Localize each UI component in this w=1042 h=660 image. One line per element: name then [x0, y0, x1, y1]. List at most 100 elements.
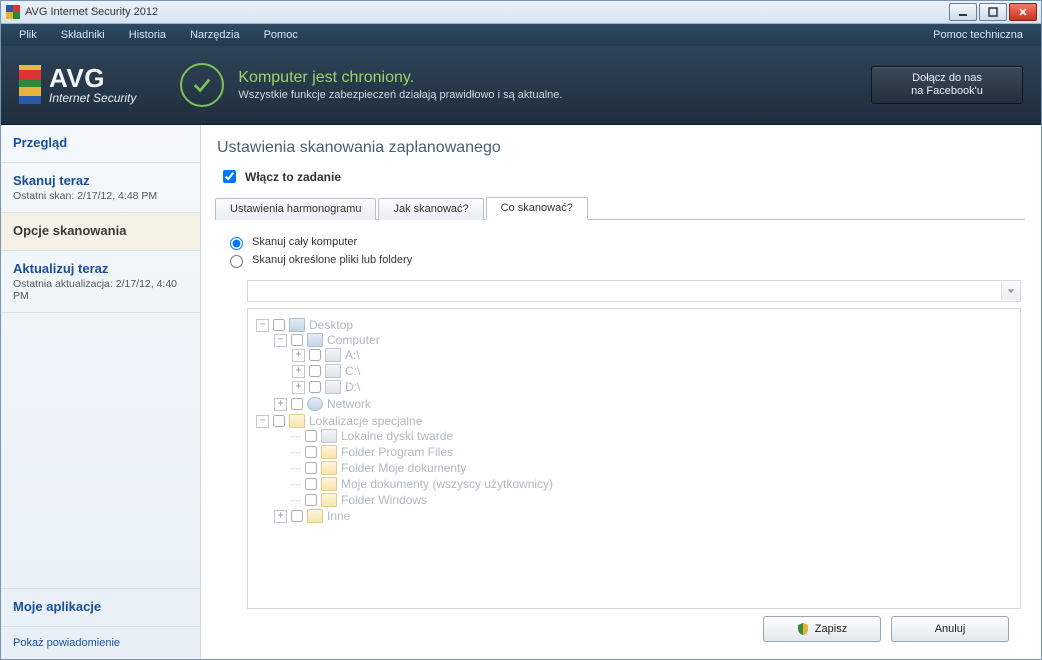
tree-node-network[interactable]: + Network — [274, 397, 1014, 411]
sidebar-item-my-apps[interactable]: Moje aplikacje — [1, 588, 200, 626]
menu-tech-support[interactable]: Pomoc techniczna — [921, 27, 1035, 43]
tab-how-to-scan[interactable]: Jak skanować? — [378, 198, 483, 220]
tree-check-my-docs[interactable] — [305, 462, 317, 474]
sidebar-show-notification[interactable]: Pokaż powiadomienie — [1, 626, 200, 659]
tree-label-drive-c: C:\ — [345, 364, 360, 378]
menubar: Plik Składniki Historia Narzędzia Pomoc … — [1, 24, 1041, 46]
tree-check-desktop[interactable] — [273, 319, 285, 331]
folder-icon — [289, 414, 305, 428]
tree-label-my-docs: Folder Moje dokumenty — [341, 461, 466, 475]
tree-node-special[interactable]: − Lokalizacje specjalne — [256, 414, 1014, 428]
tree-check-network[interactable] — [291, 398, 303, 410]
check-circle-icon — [180, 63, 224, 107]
drive-icon — [325, 348, 341, 362]
tree-check-drive-d[interactable] — [309, 381, 321, 393]
menu-help[interactable]: Pomoc — [252, 27, 310, 43]
cancel-button-label: Anuluj — [935, 623, 966, 635]
enable-task-checkbox[interactable] — [223, 170, 236, 183]
folder-icon — [321, 445, 337, 459]
sidebar-update-now-sub: Ostatnia aktualizacja: 2/17/12, 4:40 PM — [13, 278, 188, 302]
tree-toggle-special[interactable]: − — [256, 415, 269, 428]
tree-node-program-files[interactable]: ···· Folder Program Files — [274, 445, 1014, 459]
menu-components[interactable]: Składniki — [49, 27, 117, 43]
tab-what-to-scan[interactable]: Co skanować? — [486, 197, 588, 220]
facebook-line2: na Facebook'u — [911, 85, 983, 98]
tree-check-windows[interactable] — [305, 494, 317, 506]
tree-toggle-drive-d[interactable]: + — [292, 381, 305, 394]
folder-tree-panel: − Desktop − — [247, 308, 1021, 609]
tab-schedule[interactable]: Ustawienia harmonogramu — [215, 198, 376, 220]
tree-check-drive-c[interactable] — [309, 365, 321, 377]
tree-toggle-drive-c[interactable]: + — [292, 365, 305, 378]
tree-check-drive-a[interactable] — [309, 349, 321, 361]
radio-scan-whole-label: Skanuj cały komputer — [252, 236, 357, 248]
menu-file[interactable]: Plik — [7, 27, 49, 43]
cancel-button[interactable]: Anuluj — [891, 616, 1009, 642]
menu-tools[interactable]: Narzędzia — [178, 27, 252, 43]
sidebar-my-apps-title: Moje aplikacje — [13, 599, 188, 614]
sidebar-item-scan-now[interactable]: Skanuj teraz Ostatni skan: 2/17/12, 4:48… — [1, 163, 200, 213]
tree-node-my-docs[interactable]: ···· Folder Moje dokumenty — [274, 461, 1014, 475]
menu-history[interactable]: Historia — [117, 27, 178, 43]
tree-label-my-docs-all: Moje dokumenty (wszyscy użytkownicy) — [341, 477, 553, 491]
tree-label-other: Inne — [327, 509, 350, 523]
tree-label-desktop: Desktop — [309, 318, 353, 332]
minimize-button[interactable] — [949, 3, 977, 21]
enable-task-label: Włącz to zadanie — [245, 170, 341, 184]
body: Przegląd Skanuj teraz Ostatni skan: 2/17… — [1, 125, 1041, 659]
tree-node-windows[interactable]: ···· Folder Windows — [274, 493, 1014, 507]
sidebar-update-now-title: Aktualizuj teraz — [13, 261, 188, 276]
tree-node-drive-c[interactable]: + C:\ — [292, 364, 1014, 378]
tree-check-computer[interactable] — [291, 334, 303, 346]
tree-node-drive-d[interactable]: + D:\ — [292, 380, 1014, 394]
network-icon — [307, 397, 323, 411]
titlebar: AVG Internet Security 2012 — [1, 1, 1041, 24]
tree-node-computer[interactable]: − Computer — [274, 333, 1014, 347]
combo-dropdown-button[interactable] — [1001, 282, 1020, 300]
window-title: AVG Internet Security 2012 — [25, 6, 949, 18]
tree-check-local-hdd[interactable] — [305, 430, 317, 442]
radio-scan-selected[interactable] — [230, 255, 243, 268]
path-combo[interactable] — [247, 280, 1021, 302]
tree-node-drive-a[interactable]: + A:\ — [292, 348, 1014, 362]
tree-label-computer: Computer — [327, 333, 380, 347]
tree-check-other[interactable] — [291, 510, 303, 522]
folder-tree: − Desktop − — [254, 317, 1014, 525]
save-button[interactable]: Zapisz — [763, 616, 881, 642]
tree-toggle-other[interactable]: + — [274, 510, 287, 523]
tree-node-my-docs-all[interactable]: ···· Moje dokumenty (wszyscy użytkownicy… — [274, 477, 1014, 491]
app-window: AVG Internet Security 2012 Plik Składnik… — [0, 0, 1042, 660]
tree-check-special[interactable] — [273, 415, 285, 427]
tree-toggle-network[interactable]: + — [274, 398, 287, 411]
tree-node-local-hdd[interactable]: ···· Lokalne dyski twarde — [274, 429, 1014, 443]
brand-product: Internet Security — [49, 92, 136, 105]
tree-node-other[interactable]: + Inne — [274, 509, 1014, 523]
brand-text: AVG Internet Security — [49, 65, 136, 105]
sidebar-scan-now-title: Skanuj teraz — [13, 173, 188, 188]
close-button[interactable] — [1009, 3, 1037, 21]
facebook-button[interactable]: Dołącz do nas na Facebook'u — [871, 66, 1023, 104]
sidebar-item-overview[interactable]: Przegląd — [1, 125, 200, 163]
maximize-button[interactable] — [979, 3, 1007, 21]
tree-node-desktop[interactable]: − Desktop — [256, 318, 1014, 332]
tree-check-program-files[interactable] — [305, 446, 317, 458]
folder-icon — [321, 461, 337, 475]
app-icon — [5, 4, 21, 20]
sidebar-item-scan-options[interactable]: Opcje skanowania — [1, 213, 200, 251]
radio-scan-whole-computer[interactable] — [230, 237, 243, 250]
drive-icon — [325, 364, 341, 378]
shield-icon — [797, 623, 809, 635]
status-subtext: Wszystkie funkcje zabezpieczeń działają … — [238, 89, 562, 101]
sidebar-item-update-now[interactable]: Aktualizuj teraz Ostatnia aktualizacja: … — [1, 251, 200, 313]
tree-toggle-desktop[interactable]: − — [256, 319, 269, 332]
brand-name: AVG — [49, 65, 136, 92]
status-header: AVG Internet Security Komputer jest chro… — [1, 46, 1041, 125]
tree-toggle-drive-a[interactable]: + — [292, 349, 305, 362]
tree-check-my-docs-all[interactable] — [305, 478, 317, 490]
status-headline: Komputer jest chroniony. — [238, 69, 562, 87]
drive-icon — [321, 429, 337, 443]
tree-toggle-computer[interactable]: − — [274, 334, 287, 347]
footer: Zapisz Anuluj — [215, 609, 1025, 649]
tree-label-drive-a: A:\ — [345, 348, 360, 362]
enable-task-row: Włącz to zadanie — [219, 167, 1025, 186]
